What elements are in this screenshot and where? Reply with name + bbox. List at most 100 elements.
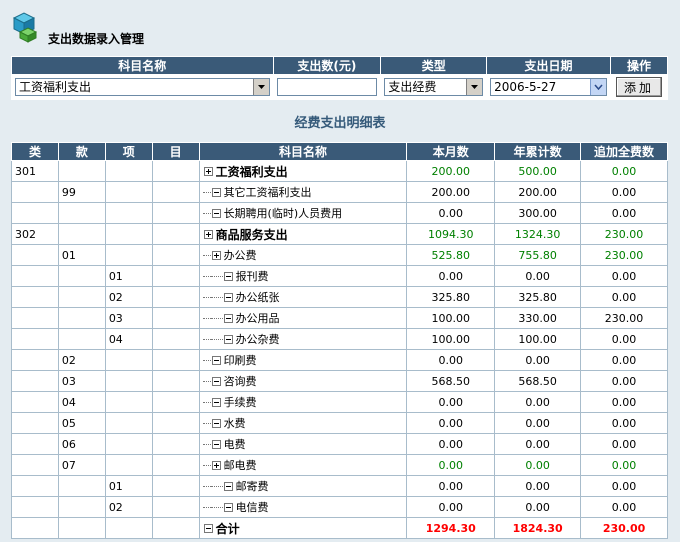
- collapse-minus-icon[interactable]: [211, 376, 221, 386]
- collapse-minus-icon[interactable]: [211, 208, 221, 218]
- cell-subject-name[interactable]: 邮电费: [198, 454, 408, 476]
- table-row[interactable]: 06 电费 0.00 0.00 0.00: [11, 433, 668, 455]
- tree-node[interactable]: 手续费: [202, 392, 404, 412]
- cell-subject-name[interactable]: 手续费: [198, 391, 408, 413]
- tree-node[interactable]: 办公用品: [202, 308, 404, 328]
- table-row[interactable]: 04 手续费 0.00 0.00 0.00: [11, 391, 668, 413]
- expand-plus-icon[interactable]: [203, 166, 213, 176]
- table-row[interactable]: 01 报刊费 0.00 0.00 0.00: [11, 265, 668, 287]
- tree-node[interactable]: 办公费: [202, 245, 404, 265]
- collapse-minus-icon[interactable]: [211, 355, 221, 365]
- expand-plus-icon[interactable]: [211, 460, 221, 470]
- cell-subject-name[interactable]: 办公杂费: [198, 328, 408, 350]
- cell-lei: 302: [11, 223, 59, 245]
- collapse-minus-icon[interactable]: [211, 397, 221, 407]
- cell-mu: [151, 244, 200, 266]
- cell-subject-name[interactable]: 水费: [198, 412, 408, 434]
- collapse-minus-icon[interactable]: [223, 481, 233, 491]
- tree-node[interactable]: 电信费: [202, 497, 404, 517]
- collapse-minus-icon[interactable]: [211, 187, 221, 197]
- expense-detail-table: 类 款 项 目 科目名称 本月数 年累计数 追加全费数 301 工资福利支出 200…: [11, 142, 668, 539]
- table-row[interactable]: 02 办公纸张 325.80 325.80 0.00: [11, 286, 668, 308]
- date-picker[interactable]: 2006-5-27: [490, 78, 607, 96]
- cell-subject-name[interactable]: 办公用品: [198, 307, 408, 329]
- page-header: 支出数据录入管理: [6, 8, 306, 48]
- table-row[interactable]: 01 办公费 525.80 755.80 230.00: [11, 244, 668, 266]
- cell-subject-name[interactable]: 咨询费: [198, 370, 408, 392]
- table-row[interactable]: 99 其它工资福利支出 200.00 200.00 0.00: [11, 181, 668, 203]
- table-row[interactable]: 04 办公杂费 100.00 100.00 0.00: [11, 328, 668, 350]
- collapse-minus-icon[interactable]: [223, 271, 233, 281]
- cell-extra: 0.00: [580, 202, 668, 224]
- table-row[interactable]: 07 邮电费 0.00 0.00 0.00: [11, 454, 668, 476]
- expand-plus-icon[interactable]: [203, 229, 213, 239]
- table-row[interactable]: 03 咨询费 568.50 568.50 0.00: [11, 370, 668, 392]
- tree-node[interactable]: 报刊费: [202, 266, 404, 286]
- cell-kuan: [57, 496, 106, 518]
- type-select[interactable]: 支出经费: [384, 78, 484, 96]
- table-row[interactable]: 长期聘用(临时)人员费用 0.00 300.00 0.00: [11, 202, 668, 224]
- cell-subject-name[interactable]: 办公费: [198, 244, 408, 266]
- table-row[interactable]: 302 商品服务支出 1094.30 1324.30 230.00: [11, 223, 668, 245]
- cell-subject-name[interactable]: 印刷费: [198, 349, 408, 371]
- cell-year: 0.00: [494, 412, 582, 434]
- cell-kuan: 99: [57, 181, 106, 203]
- cell-subject-name[interactable]: 商品服务支出: [198, 223, 408, 245]
- cell-subject-name[interactable]: 邮寄费: [198, 475, 408, 497]
- add-button[interactable]: 添加: [615, 77, 662, 97]
- cell-month: 1094.30: [406, 223, 496, 245]
- cell-extra: 0.00: [580, 454, 668, 476]
- cell-subject-name[interactable]: 工资福利支出: [198, 160, 408, 182]
- tree-node[interactable]: 商品服务支出: [203, 224, 404, 244]
- cell-subject-name[interactable]: 报刊费: [198, 265, 408, 287]
- tree-node[interactable]: 其它工资福利支出: [202, 182, 404, 202]
- cell-lei: [11, 454, 59, 476]
- tree-node-label: 电信费: [235, 501, 269, 514]
- tree-node: 合计: [203, 518, 404, 538]
- tree-node[interactable]: 印刷费: [202, 350, 404, 370]
- cell-subject-name[interactable]: 办公纸张: [198, 286, 408, 308]
- tree-node[interactable]: 邮电费: [202, 455, 404, 475]
- cell-month: 0.00: [406, 412, 496, 434]
- tree-connector: [202, 506, 211, 508]
- tree-node[interactable]: 办公杂费: [202, 329, 404, 349]
- tree-node[interactable]: 办公纸张: [202, 287, 404, 307]
- chevron-down-icon[interactable]: [252, 79, 269, 95]
- cell-kuan: 03: [57, 370, 106, 392]
- table-row[interactable]: 03 办公用品 100.00 330.00 230.00: [11, 307, 668, 329]
- table-row[interactable]: 02 电信费 0.00 0.00 0.00: [11, 496, 668, 518]
- tree-node-label: 工资福利支出: [215, 164, 288, 179]
- cell-subject-name[interactable]: 电费: [198, 433, 408, 455]
- expand-plus-icon[interactable]: [211, 250, 221, 260]
- table-row[interactable]: 301 工资福利支出 200.00 500.00 0.00: [11, 160, 668, 182]
- tree-node[interactable]: 水费: [202, 413, 404, 433]
- cell-subject-name[interactable]: 电信费: [198, 496, 408, 518]
- amount-input[interactable]: [276, 78, 378, 96]
- subject-select[interactable]: 工资福利支出: [15, 78, 270, 96]
- tree-node[interactable]: 电费: [202, 434, 404, 454]
- collapse-minus-icon[interactable]: [223, 502, 233, 512]
- table-row[interactable]: 01 邮寄费 0.00 0.00 0.00: [11, 475, 668, 497]
- cell-year: 100.00: [494, 328, 582, 350]
- tree-node[interactable]: 长期聘用(临时)人员费用: [202, 203, 404, 223]
- cell-extra: 230.00: [580, 307, 668, 329]
- cell-subject-name[interactable]: 其它工资福利支出: [198, 181, 408, 203]
- collapse-minus-icon[interactable]: [223, 313, 233, 323]
- cell-mu: [151, 349, 200, 371]
- table-row[interactable]: 05 水费 0.00 0.00 0.00: [11, 412, 668, 434]
- collapse-minus-icon[interactable]: [211, 418, 221, 428]
- cell-mu: [151, 328, 200, 350]
- chevron-down-icon[interactable]: [589, 79, 606, 95]
- chevron-down-icon[interactable]: [466, 79, 483, 95]
- collapse-minus-icon[interactable]: [223, 334, 233, 344]
- tree-node[interactable]: 咨询费: [202, 371, 404, 391]
- collapse-minus-icon[interactable]: [203, 523, 213, 533]
- table-row[interactable]: 02 印刷费 0.00 0.00 0.00: [11, 349, 668, 371]
- tree-node[interactable]: 邮寄费: [202, 476, 404, 496]
- cell-year: 0.00: [494, 475, 582, 497]
- collapse-minus-icon[interactable]: [211, 439, 221, 449]
- cell-subject-name[interactable]: 长期聘用(临时)人员费用: [198, 202, 408, 224]
- tree-node[interactable]: 工资福利支出: [203, 161, 404, 181]
- collapse-minus-icon[interactable]: [223, 292, 233, 302]
- cell-kuan: [57, 328, 106, 350]
